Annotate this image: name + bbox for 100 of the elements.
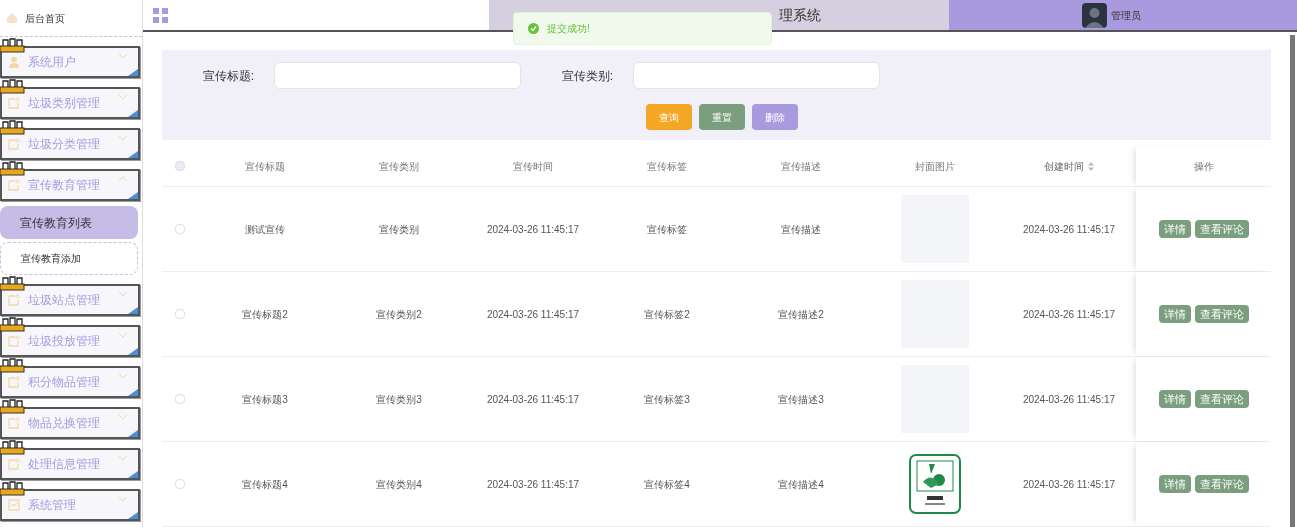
- table-cell-text: 2024-03-26 11:45:17: [1022, 392, 1116, 407]
- table-cell-text: 宣传描述4: [778, 477, 824, 492]
- menu-item[interactable]: 垃圾投放管理: [0, 325, 140, 357]
- corner-fold-icon: [128, 348, 138, 355]
- row-action-button[interactable]: 详情: [1158, 305, 1191, 323]
- document-icon: [8, 179, 20, 191]
- table-cell-text: 宣传类别3: [376, 392, 422, 407]
- table-cell-text: 宣传类别2: [376, 307, 422, 322]
- menu-item[interactable]: 垃圾类别管理: [0, 87, 140, 119]
- document-icon: [8, 97, 20, 109]
- column-header[interactable]: 创建时间: [1044, 158, 1084, 174]
- corner-fold-icon: [128, 110, 138, 117]
- row-action-button[interactable]: 查看评论: [1194, 220, 1249, 238]
- grid-icon[interactable]: [153, 7, 168, 23]
- table-cell-text: 宣传类别: [379, 222, 419, 237]
- menu-item[interactable]: 系统管理: [0, 489, 140, 521]
- search-field[interactable]: [633, 62, 880, 89]
- document-icon: [8, 376, 20, 388]
- column-header: 宣传时间: [513, 159, 553, 174]
- binder-clip-icon: [0, 357, 26, 373]
- table-cell-text: 宣传类别4: [376, 477, 422, 492]
- sort-icon[interactable]: [1088, 161, 1094, 171]
- checkbox[interactable]: [175, 394, 185, 404]
- table-cell-text: 2024-03-26 11:45:17: [486, 307, 580, 322]
- table-cell-text: 宣传标签: [647, 222, 687, 237]
- checkbox[interactable]: [175, 479, 185, 489]
- column-header: 宣传描述: [781, 159, 821, 174]
- binder-clip-icon: [0, 160, 26, 176]
- table-cell-text: 2024-03-26 11:45:17: [486, 477, 580, 492]
- binder-clip-icon: [0, 316, 26, 332]
- submenu-item[interactable]: 宣传教育添加: [0, 242, 138, 275]
- corner-fold-icon: [128, 512, 138, 519]
- binder-clip-icon: [0, 78, 26, 94]
- table-cell-text: 宣传标题4: [242, 477, 288, 492]
- table-cell-text: 宣传描述: [781, 222, 821, 237]
- table-cell-text: 2024-03-26 11:45:17: [1022, 477, 1116, 492]
- menu-item[interactable]: 积分物品管理: [0, 366, 140, 398]
- column-header: 宣传类别: [379, 159, 419, 174]
- user-name: 管理员: [1111, 8, 1141, 23]
- menu-item[interactable]: 垃圾站点管理: [0, 284, 140, 316]
- user-icon: [8, 56, 20, 68]
- checkbox[interactable]: [175, 161, 185, 171]
- menu-item[interactable]: 系统用户: [0, 46, 140, 78]
- action-button[interactable]: 重置: [698, 104, 745, 130]
- submenu-item[interactable]: 宣传教育列表: [0, 206, 138, 239]
- binder-clip-icon: [0, 439, 26, 455]
- window-title: 理系统: [779, 5, 821, 25]
- menu-item[interactable]: 宣传教育管理: [0, 169, 140, 201]
- chart-icon: [8, 499, 20, 511]
- table-cell-text: 宣传描述2: [778, 307, 824, 322]
- document-icon: [8, 417, 20, 429]
- row-action-button[interactable]: 查看评论: [1194, 305, 1249, 323]
- search-field[interactable]: [274, 62, 521, 89]
- corner-fold-icon: [128, 192, 138, 199]
- document-icon: [8, 335, 20, 347]
- row-action-button[interactable]: 详情: [1158, 220, 1191, 238]
- table-cell-text: 宣传标题2: [242, 307, 288, 322]
- menu-item[interactable]: 垃圾分类管理: [0, 128, 140, 160]
- action-button[interactable]: 查询: [645, 104, 692, 130]
- column-header: 操作: [1193, 159, 1214, 174]
- binder-clip-icon: [0, 119, 26, 135]
- checkbox[interactable]: [175, 309, 185, 319]
- table-cell-text: 2024-03-26 11:45:17: [486, 222, 580, 237]
- table-cell-text: 宣传描述3: [778, 392, 824, 407]
- binder-clip-icon: [0, 480, 26, 496]
- menu-item[interactable]: 物品兑换管理: [0, 407, 140, 439]
- binder-clip-icon: [0, 398, 26, 414]
- row-action-button[interactable]: 查看评论: [1194, 475, 1249, 493]
- corner-fold-icon: [128, 389, 138, 396]
- table-cell-text: 2024-03-26 11:45:17: [1022, 307, 1116, 322]
- column-header: 宣传标签: [647, 159, 687, 174]
- table-cell-text: 宣传标题3: [242, 392, 288, 407]
- checkbox[interactable]: [175, 224, 185, 234]
- binder-clip-icon: [0, 275, 26, 291]
- corner-fold-icon: [128, 430, 138, 437]
- table-cell-text: 测试宣传: [245, 222, 285, 237]
- home-icon: [7, 13, 17, 23]
- row-action-button[interactable]: 查看评论: [1194, 390, 1249, 408]
- table-cell-text: 2024-03-26 11:45:17: [1022, 222, 1116, 237]
- row-action-button[interactable]: 详情: [1158, 390, 1191, 408]
- corner-fold-icon: [128, 307, 138, 314]
- table-cell-text: 宣传标签4: [644, 477, 690, 492]
- corner-fold-icon: [128, 69, 138, 76]
- menu-item[interactable]: 处理信息管理: [0, 448, 140, 480]
- toast: 提交成功!: [513, 12, 772, 45]
- column-header: 封面图片: [915, 159, 955, 174]
- document-icon: [8, 458, 20, 470]
- corner-fold-icon: [128, 151, 138, 158]
- binder-clip-icon: [0, 37, 26, 53]
- column-header: 宣传标题: [245, 159, 285, 174]
- corner-fold-icon: [128, 471, 138, 478]
- avatar[interactable]: [1082, 2, 1107, 28]
- scrollbar[interactable]: [1290, 35, 1295, 527]
- document-icon: [8, 138, 20, 150]
- field-label: 宣传标题:: [201, 67, 254, 85]
- row-action-button[interactable]: 详情: [1158, 475, 1191, 493]
- field-label: 宣传类别:: [560, 67, 613, 85]
- home-menu-item[interactable]: 后台首页: [0, 0, 142, 37]
- success-icon: [528, 23, 539, 34]
- action-button[interactable]: 删除: [751, 104, 798, 130]
